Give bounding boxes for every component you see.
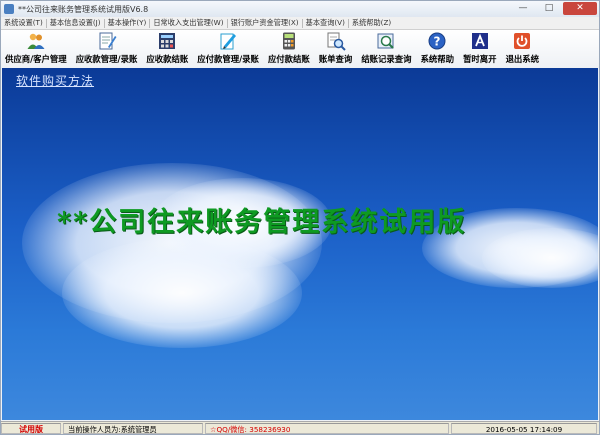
menu-daily-income[interactable]: 日常收入支出管理(W) (150, 18, 226, 28)
window-controls: — □ ✕ (511, 2, 597, 15)
payable-manage-button[interactable]: 应付款管理/录账 (197, 31, 259, 68)
app-window: **公司往来账务管理系统试用版V6.8 — □ ✕ 系统设置(T) 基本信息设置… (0, 0, 600, 435)
tool-label: 暂时离开 (463, 54, 497, 64)
trial-badge: 试用版 (1, 423, 61, 434)
menu-system-help[interactable]: 系统帮助(Z) (349, 18, 394, 28)
menu-system-settings[interactable]: 系统设置(T) (1, 18, 46, 28)
tool-label: 应付款结账 (267, 54, 310, 64)
receivable-manage-button[interactable]: 应收款管理/录账 (75, 31, 138, 68)
workspace: 软件购买方法 **公司往来账务管理系统试用版 (2, 68, 598, 420)
help-icon: ? (427, 31, 447, 51)
datetime-display: 2016-05-05 17:14:09 (451, 423, 597, 434)
menu-basic-query[interactable]: 基本查询(V) (303, 18, 348, 28)
status-bar: 试用版 当前操作人员为:系统管理员 ☆QQ/微信: 358236930 2016… (1, 421, 599, 434)
current-operator: 当前操作人员为:系统管理员 (63, 423, 203, 434)
calculator-grid-icon (157, 31, 177, 51)
power-icon (512, 31, 532, 51)
payable-settle-button[interactable]: 应付款结账 (268, 31, 310, 68)
app-icon (4, 4, 14, 14)
bill-query-button[interactable]: 账单查询 (318, 31, 353, 68)
system-help-button[interactable]: ? 系统帮助 (420, 31, 455, 68)
tool-label: 供应商/客户管理 (5, 54, 67, 64)
magnifier-document-icon (326, 31, 346, 51)
app-banner-title: **公司往来账务管理系统试用版 (57, 207, 467, 238)
leave-icon (470, 31, 490, 51)
tool-label: 应收款结账 (146, 54, 189, 64)
minimize-button[interactable]: — (511, 2, 535, 15)
settle-record-query-button[interactable]: 结账记录查询 (361, 31, 412, 68)
menu-bank-account[interactable]: 银行账户资金管理(X) (228, 18, 302, 28)
tool-label: 应付款管理/录账 (197, 54, 259, 64)
pencil-document-icon (218, 31, 238, 51)
close-button[interactable]: ✕ (563, 2, 597, 15)
menu-basic-operation[interactable]: 基本操作(Y) (105, 18, 150, 28)
menu-bar: 系统设置(T) 基本信息设置(J) 基本操作(Y) 日常收入支出管理(W) 银行… (1, 17, 599, 30)
receivable-settle-button[interactable]: 应收款结账 (146, 31, 188, 68)
contact-qq: ☆QQ/微信: 358236930 (205, 423, 449, 434)
exit-system-button[interactable]: 退出系统 (505, 31, 540, 68)
calculator-icon (279, 31, 299, 51)
tool-label: 应收款管理/录账 (75, 54, 138, 64)
toolbar: 供应商/客户管理 应收款管理/录账 应收款结账 应付款管理/录账 应付款结账 账… (1, 30, 599, 68)
temporary-leave-button[interactable]: 暂时离开 (463, 31, 497, 68)
svg-text:?: ? (434, 35, 441, 49)
title-bar: **公司往来账务管理系统试用版V6.8 — □ ✕ (1, 1, 599, 17)
tool-label: 结账记录查询 (361, 54, 412, 64)
buy-software-link[interactable]: 软件购买方法 (16, 72, 94, 89)
tool-label: 账单查询 (318, 54, 353, 64)
magnifier-list-icon (376, 31, 396, 51)
window-title: **公司往来账务管理系统试用版V6.8 (18, 4, 149, 14)
maximize-button[interactable]: □ (537, 2, 561, 15)
menu-basic-info[interactable]: 基本信息设置(J) (47, 18, 104, 28)
pen-document-icon (97, 31, 117, 51)
supplier-customer-button[interactable]: 供应商/客户管理 (5, 31, 67, 68)
people-icon (26, 31, 46, 51)
tool-label: 退出系统 (505, 54, 540, 64)
tool-label: 系统帮助 (420, 54, 455, 64)
